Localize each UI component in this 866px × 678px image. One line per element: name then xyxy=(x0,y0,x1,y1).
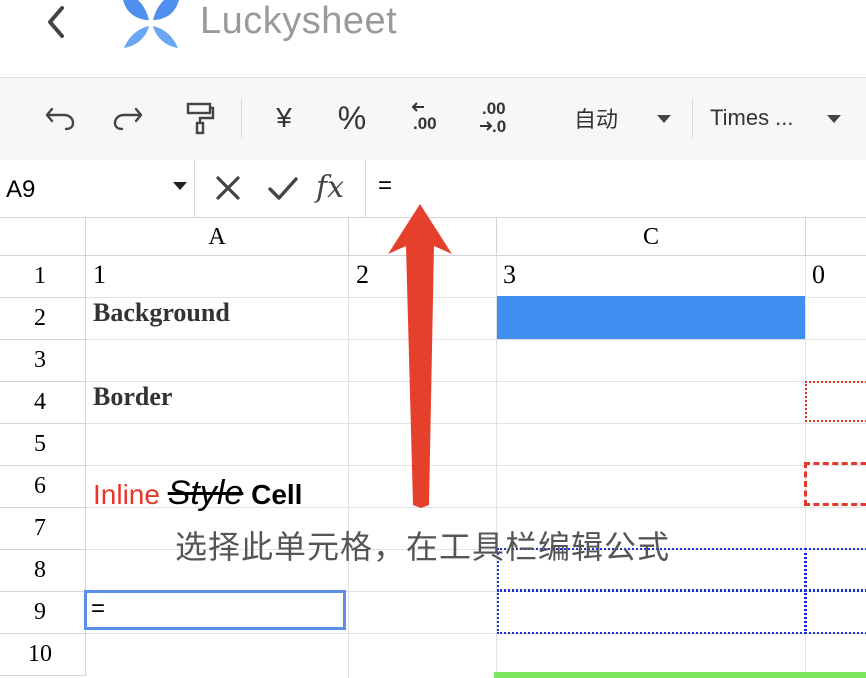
redo-button[interactable] xyxy=(106,93,150,143)
column-header-c[interactable]: C xyxy=(497,218,806,256)
close-icon[interactable] xyxy=(212,172,244,204)
inline-bold-text: Cell xyxy=(251,479,303,510)
cell-c10-top-border xyxy=(494,672,866,678)
row-header-7[interactable]: 7 xyxy=(0,508,86,550)
cell-c1[interactable]: 3 xyxy=(503,260,516,290)
back-button[interactable] xyxy=(36,2,76,42)
row-header-4[interactable]: 4 xyxy=(0,382,86,424)
luckysheet-logo-icon xyxy=(123,0,179,48)
decimal-digits-top-label: .00 xyxy=(482,99,506,118)
cell-b1[interactable]: 2 xyxy=(356,260,369,290)
undo-icon xyxy=(45,107,75,131)
decimal-digits-label: .00 xyxy=(413,114,437,133)
caret-down-icon[interactable] xyxy=(173,182,187,190)
formula-bar-divider xyxy=(365,160,366,217)
percent-format-button[interactable]: % xyxy=(330,93,374,143)
row-header-6[interactable]: 6 xyxy=(0,466,86,508)
cell-a2[interactable]: Background xyxy=(93,298,230,328)
row-header-3[interactable]: 3 xyxy=(0,340,86,382)
cell-c2-background-fill[interactable] xyxy=(497,296,805,339)
cell-a1[interactable]: 1 xyxy=(93,260,106,290)
check-icon[interactable] xyxy=(266,172,300,204)
paint-roller-icon xyxy=(186,102,215,135)
cell-c9-dotted-border[interactable] xyxy=(497,590,806,634)
app-title: Luckysheet xyxy=(200,0,398,42)
inline-red-text: Inline xyxy=(93,479,160,510)
column-header-d[interactable] xyxy=(806,218,866,256)
arrow-right-icon xyxy=(480,121,493,131)
row-header-8[interactable]: 8 xyxy=(0,550,86,592)
cell-d1[interactable]: 0 xyxy=(812,260,825,290)
select-all-corner[interactable] xyxy=(0,218,86,256)
toolbar: ¥ % .00 .00 .0 自动 Times ... xyxy=(0,77,866,161)
name-box[interactable]: A9 xyxy=(0,160,195,217)
caret-down-icon xyxy=(827,115,841,123)
inline-italic-strike-text: Style xyxy=(167,474,244,512)
decimal-digits-bottom-label: .0 xyxy=(492,117,507,136)
cell-d4-dotted-border[interactable] xyxy=(805,381,866,422)
arrow-left-icon xyxy=(411,102,424,112)
format-painter-button[interactable] xyxy=(176,93,224,143)
number-format-dropdown[interactable]: 自动 xyxy=(560,93,688,143)
font-family-label: Times ... xyxy=(710,105,794,130)
number-format-label: 自动 xyxy=(574,107,619,132)
cell-a4[interactable]: Border xyxy=(93,382,172,412)
row-header-1[interactable]: 1 xyxy=(0,256,86,298)
cell-d9-dotted-border[interactable] xyxy=(805,590,866,634)
redo-icon xyxy=(113,107,143,131)
column-header-a[interactable]: A xyxy=(86,218,349,256)
annotation-arrow-icon xyxy=(388,204,452,508)
annotation-text: 选择此单元格，在工具栏编辑公式 xyxy=(175,528,671,566)
row-header-5[interactable]: 5 xyxy=(0,424,86,466)
cell-d6-dashdot-border[interactable] xyxy=(804,462,866,506)
increase-decimal-button[interactable]: .00 .0 xyxy=(470,93,514,143)
row-header-2[interactable]: 2 xyxy=(0,298,86,340)
cell-reference: A9 xyxy=(6,176,36,203)
currency-format-button[interactable]: ¥ xyxy=(262,93,306,143)
row-header-10[interactable]: 10 xyxy=(0,634,86,676)
app-header: Luckysheet xyxy=(0,0,866,76)
cell-d8-dotted-border[interactable] xyxy=(805,548,866,591)
row-header-9[interactable]: 9 xyxy=(0,592,86,634)
decrease-decimal-button[interactable]: .00 xyxy=(402,93,446,143)
insert-function-button[interactable]: fx xyxy=(316,170,344,205)
cell-a9-selected[interactable]: = xyxy=(84,590,346,630)
caret-down-icon xyxy=(657,115,671,123)
cell-a9-value: = xyxy=(91,595,106,622)
undo-button[interactable] xyxy=(38,93,82,143)
font-family-dropdown[interactable]: Times ... xyxy=(700,93,850,143)
chevron-left-icon xyxy=(48,6,64,38)
cell-a6[interactable]: Inline Style Cell xyxy=(93,474,302,513)
